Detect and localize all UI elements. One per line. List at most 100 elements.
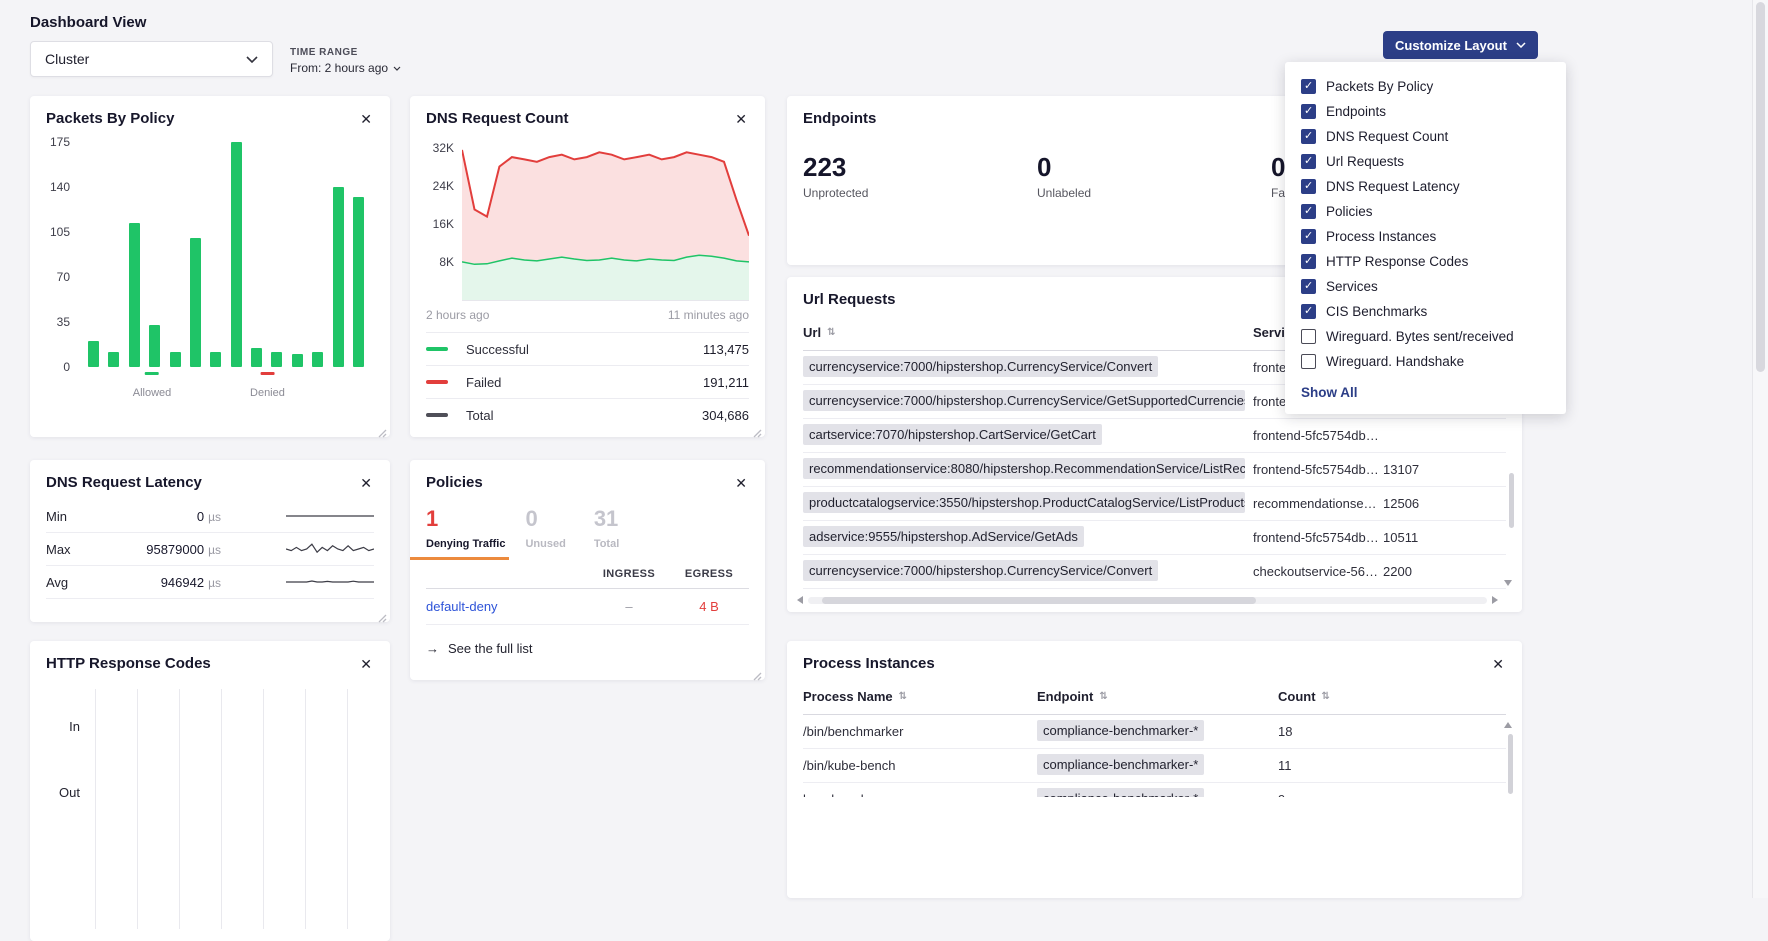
- vertical-scrollbar-thumb[interactable]: [1509, 473, 1514, 528]
- page-title: Dashboard View: [30, 14, 146, 31]
- customize-menu-items: Packets By PolicyEndpointsDNS Request Co…: [1285, 74, 1566, 374]
- scroll-left-arrow-icon[interactable]: [797, 596, 803, 604]
- count-cell: 12506: [1383, 496, 1506, 511]
- y-tick-label: 24K: [433, 179, 454, 193]
- customize-menu-item[interactable]: Services: [1285, 274, 1566, 299]
- pbp-x-axis: Allowed Denied: [78, 372, 374, 418]
- policy-stat[interactable]: 0Unused: [525, 506, 565, 560]
- customize-menu-item[interactable]: DNS Request Count: [1285, 124, 1566, 149]
- chevron-down-icon: [393, 66, 401, 71]
- legend-dash-icon: [426, 413, 448, 417]
- customize-menu-item[interactable]: Policies: [1285, 199, 1566, 224]
- legend-name: Failed: [466, 375, 501, 390]
- checkbox-icon[interactable]: [1301, 279, 1316, 294]
- card-header: HTTP Response Codes ✕: [46, 655, 374, 673]
- resize-handle[interactable]: [753, 425, 762, 434]
- vertical-scrollbar-thumb[interactable]: [1508, 734, 1513, 794]
- page-scrollbar[interactable]: [1752, 0, 1768, 898]
- column-header-endpoint[interactable]: Endpoint⇅: [1037, 689, 1278, 704]
- customize-menu-item[interactable]: Wireguard. Bytes sent/received: [1285, 324, 1566, 349]
- grid-line: [347, 689, 348, 929]
- scroll-right-arrow-icon[interactable]: [1492, 596, 1498, 604]
- checkbox-icon[interactable]: [1301, 304, 1316, 319]
- column-header-egress[interactable]: EGRESS: [669, 568, 749, 580]
- url-request-row: productcatalogservice:3550/hipstershop.P…: [803, 487, 1506, 521]
- url-request-row: recommendationservice:8080/hipstershop.R…: [803, 453, 1506, 487]
- policy-stat[interactable]: 1Denying Traffic: [426, 506, 505, 560]
- customize-menu-item[interactable]: HTTP Response Codes: [1285, 249, 1566, 274]
- customize-menu-item[interactable]: DNS Request Latency: [1285, 174, 1566, 199]
- stat-value: 223: [803, 152, 1037, 183]
- service-cell: recommendationse…: [1253, 496, 1383, 511]
- close-icon[interactable]: ✕: [358, 655, 374, 673]
- chevron-down-icon: [246, 56, 258, 63]
- resize-handle[interactable]: [753, 668, 762, 677]
- view-select[interactable]: Cluster: [30, 41, 273, 77]
- latency-unit: µs: [208, 543, 221, 557]
- pbp-y-axis: 17514010570350: [46, 142, 78, 367]
- stat-value: 31: [594, 506, 619, 532]
- close-icon[interactable]: ✕: [733, 474, 749, 492]
- column-header-process-name[interactable]: Process Name⇅: [803, 689, 1037, 704]
- scrollbar-track[interactable]: [808, 597, 1487, 604]
- bar: [149, 325, 160, 367]
- scrollbar-thumb[interactable]: [1756, 2, 1765, 372]
- customize-menu-item[interactable]: Process Instances: [1285, 224, 1566, 249]
- legend-dash-icon: [426, 380, 448, 384]
- checkbox-icon[interactable]: [1301, 179, 1316, 194]
- bar: [292, 354, 303, 367]
- horizontal-scrollbar[interactable]: [797, 594, 1498, 606]
- dns-request-count-chart: 32K24K16K8K: [426, 138, 749, 301]
- scroll-down-arrow-icon[interactable]: [1504, 580, 1512, 586]
- close-icon[interactable]: ✕: [733, 110, 749, 128]
- scroll-up-arrow-icon[interactable]: [1504, 722, 1512, 728]
- latency-value: 946942µs: [101, 575, 221, 590]
- checkbox-icon[interactable]: [1301, 104, 1316, 119]
- scrollbar-thumb[interactable]: [822, 597, 1257, 604]
- customize-menu-item[interactable]: Endpoints: [1285, 99, 1566, 124]
- time-range-select[interactable]: From: 2 hours ago: [290, 61, 401, 75]
- customize-layout-button[interactable]: Customize Layout: [1383, 31, 1538, 59]
- stat-label: Unlabeled: [1037, 186, 1271, 200]
- latency-rows: Min0µsMax95879000µsAvg946942µs: [46, 500, 374, 599]
- checkbox-icon[interactable]: [1301, 79, 1316, 94]
- column-header-ingress[interactable]: INGRESS: [589, 568, 669, 580]
- process-name-cell: /bin/kube-bench: [803, 758, 1037, 773]
- time-range-label: TIME RANGE: [290, 47, 401, 58]
- url-cell: cartservice:7070/hipstershop.CartService…: [803, 424, 1253, 448]
- policy-name-link[interactable]: default-deny: [426, 599, 589, 614]
- checkbox-icon[interactable]: [1301, 154, 1316, 169]
- close-icon[interactable]: ✕: [1490, 655, 1506, 673]
- y-tick-label: 8K: [439, 255, 454, 269]
- customize-menu-item[interactable]: Url Requests: [1285, 149, 1566, 174]
- count-cell: 18: [1278, 724, 1506, 739]
- close-icon[interactable]: ✕: [358, 474, 374, 492]
- checkbox-icon[interactable]: [1301, 329, 1316, 344]
- policy-egress-value: 4 B: [669, 599, 749, 614]
- x-tick: Allowed: [133, 372, 172, 399]
- card-header: Policies ✕: [426, 474, 749, 492]
- checkbox-icon[interactable]: [1301, 204, 1316, 219]
- resize-handle[interactable]: [378, 610, 387, 619]
- sort-icon: ⇅: [1322, 691, 1330, 702]
- policy-stat[interactable]: 31Total: [594, 506, 619, 560]
- bar: [353, 197, 364, 367]
- checkbox-icon[interactable]: [1301, 229, 1316, 244]
- x-tick-marker: [260, 372, 274, 375]
- column-header-url[interactable]: Url⇅: [803, 325, 1253, 340]
- sort-icon: ⇅: [1099, 691, 1107, 702]
- customize-menu-item[interactable]: CIS Benchmarks: [1285, 299, 1566, 324]
- x-tick: Denied: [250, 372, 285, 399]
- customize-menu-item[interactable]: Packets By Policy: [1285, 74, 1566, 99]
- checkbox-icon[interactable]: [1301, 254, 1316, 269]
- show-all-link[interactable]: Show All: [1285, 374, 1566, 400]
- resize-handle[interactable]: [378, 425, 387, 434]
- checkbox-icon[interactable]: [1301, 129, 1316, 144]
- close-icon[interactable]: ✕: [358, 110, 374, 128]
- pbp-plot-wrap: Allowed Denied: [78, 142, 374, 418]
- see-full-list-link[interactable]: → See the full list: [426, 641, 749, 656]
- customize-menu-item-label: HTTP Response Codes: [1326, 254, 1468, 269]
- customize-menu-item[interactable]: Wireguard. Handshake: [1285, 349, 1566, 374]
- column-header-count[interactable]: Count⇅: [1278, 689, 1506, 704]
- checkbox-icon[interactable]: [1301, 354, 1316, 369]
